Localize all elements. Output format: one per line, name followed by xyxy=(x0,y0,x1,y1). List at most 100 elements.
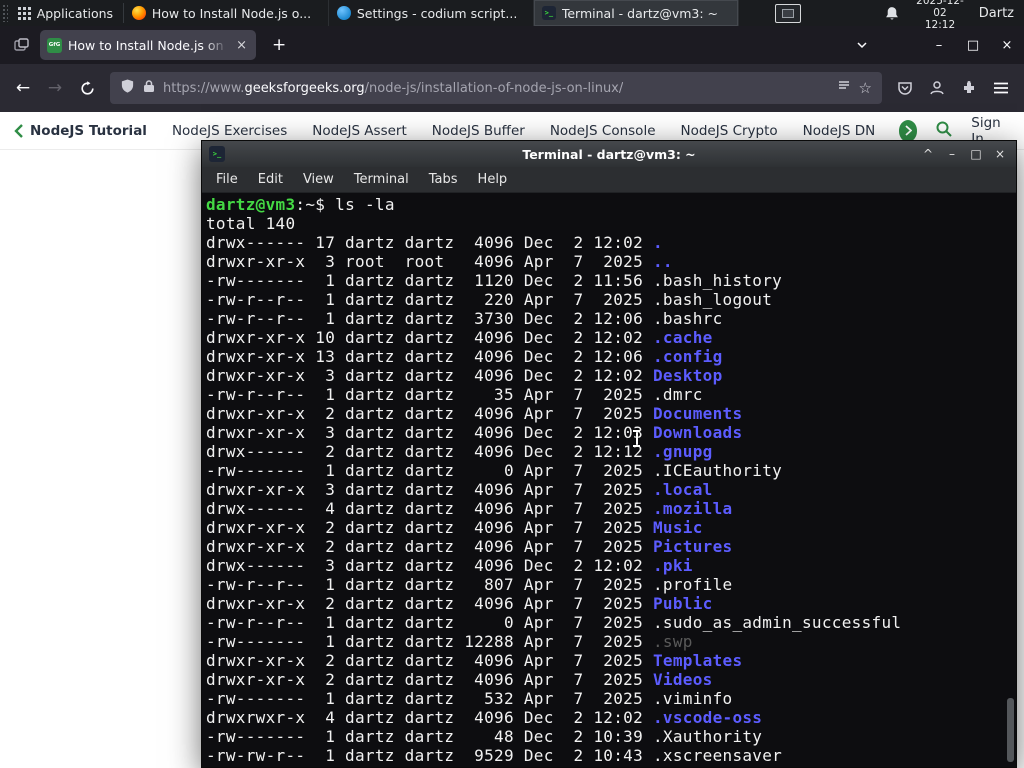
gfg-nav-item[interactable]: NodeJS Assert xyxy=(312,123,407,139)
terminal-titlebar[interactable]: Terminal - dartz@vm3: ~ ^ – □ × xyxy=(202,141,1016,167)
terminal-window: Terminal - dartz@vm3: ~ ^ – □ × FileEdit… xyxy=(201,140,1017,768)
reload-button[interactable] xyxy=(72,73,102,103)
reader-mode-icon[interactable] xyxy=(837,79,851,97)
file-attributes: -rw-r--r-- 1 dartz dartz 220 Apr 7 2025 xyxy=(206,290,653,309)
window-maximize-button[interactable]: □ xyxy=(956,26,990,64)
nav-scroll-right-button[interactable] xyxy=(898,119,918,142)
prompt-user-host: dartz@vm3 xyxy=(206,195,296,214)
notification-bell-icon[interactable] xyxy=(885,6,899,21)
file-attributes: drwx------ 3 dartz dartz 4096 Dec 2 12:0… xyxy=(206,556,653,575)
scrollbar-thumb[interactable] xyxy=(1007,698,1014,762)
clock[interactable]: 2025-12-02 12:12 xyxy=(915,0,965,31)
terminal-output-line: drwx------ 2 dartz dartz 4096 Dec 2 12:1… xyxy=(206,442,1016,461)
gfg-nav-items: NodeJS Exercises NodeJS Assert NodeJS Buff… xyxy=(172,123,874,139)
terminal-menu-item[interactable]: Terminal xyxy=(344,172,419,187)
file-name: .bash_history xyxy=(652,271,783,290)
pocket-icon[interactable] xyxy=(890,73,920,103)
directory-name: . xyxy=(652,233,663,252)
account-icon[interactable] xyxy=(922,73,952,103)
terminal-output-line: drwxr-xr-x 13 dartz dartz 4096 Dec 2 12:… xyxy=(206,347,1016,366)
gfg-nav-item[interactable]: NodeJS Crypto xyxy=(681,123,778,139)
window-close-button[interactable]: × xyxy=(990,26,1024,64)
bookmark-star-icon[interactable]: ☆ xyxy=(859,79,872,97)
terminal-scrollbar[interactable] xyxy=(1006,193,1015,766)
directory-name: Downloads xyxy=(652,423,743,442)
terminal-output-line: drwxr-xr-x 3 root root 4096 Apr 7 2025 .… xyxy=(206,252,1016,271)
clock-time: 12:12 xyxy=(924,19,956,32)
search-icon[interactable] xyxy=(935,120,953,142)
terminal-minimize-button[interactable]: – xyxy=(940,142,964,166)
firefox-view-button[interactable] xyxy=(8,32,34,58)
nav-back-link[interactable]: NodeJS Tutorial xyxy=(14,123,147,139)
terminal-close-button[interactable]: × xyxy=(988,142,1012,166)
tab-close-button[interactable]: × xyxy=(234,38,249,53)
terminal-icon xyxy=(541,6,556,20)
tracking-protection-shield-icon[interactable] xyxy=(120,78,135,98)
file-name: .dmrc xyxy=(652,385,703,404)
directory-name: Templates xyxy=(652,651,743,670)
terminal-menu-item[interactable]: View xyxy=(293,172,344,187)
url-bar[interactable]: https://www.geeksforgeeks.org/node-js/in… xyxy=(110,72,882,104)
terminal-menu-item[interactable]: Edit xyxy=(248,172,293,187)
window-minimize-button[interactable]: – xyxy=(922,26,956,64)
file-attributes: drwxr-xr-x 3 dartz dartz 4096 Apr 7 2025 xyxy=(206,480,653,499)
terminal-output-line: -rw-r--r-- 1 dartz dartz 35 Apr 7 2025 .… xyxy=(206,385,1016,404)
directory-name: .config xyxy=(652,347,723,366)
chevron-right-icon xyxy=(904,125,912,136)
url-prefix: https://www. xyxy=(163,80,245,96)
prompt-colon: : xyxy=(295,195,306,214)
terminal-menu-item[interactable]: File xyxy=(206,172,248,187)
terminal-output-line: drwxr-xr-x 2 dartz dartz 4096 Apr 7 2025… xyxy=(206,594,1016,613)
terminal-output-line: -rw------- 1 dartz dartz 48 Dec 2 10:39 … xyxy=(206,727,1016,746)
directory-name: Documents xyxy=(652,404,743,423)
gfg-nav-item[interactable]: NodeJS Buffer xyxy=(432,123,525,139)
file-attributes: drwxr-xr-x 2 dartz dartz 4096 Apr 7 2025 xyxy=(206,594,653,613)
file-attributes: -rw-r--r-- 1 dartz dartz 35 Apr 7 2025 xyxy=(206,385,653,404)
mouse-cursor-ibeam xyxy=(632,430,641,447)
lock-icon[interactable] xyxy=(143,79,155,97)
taskbar-window-title: Settings - codium script... xyxy=(356,5,518,21)
gfg-nav-item[interactable]: NodeJS DNS xyxy=(803,123,874,139)
list-all-tabs-button[interactable] xyxy=(848,32,876,59)
workspace-pager[interactable] xyxy=(774,3,802,23)
prompt-path: ~ xyxy=(305,195,316,214)
terminal-shade-button[interactable]: ^ xyxy=(916,142,940,166)
terminal-output-line: drwx------ 4 dartz dartz 4096 Apr 7 2025… xyxy=(206,499,1016,518)
file-attributes: drwxr-xr-x 3 dartz dartz 4096 Dec 2 12:0… xyxy=(206,423,653,442)
desktop: Applications How to Install Node.js o...… xyxy=(0,0,1024,768)
terminal-icon xyxy=(209,146,225,162)
terminal-output-line: drwxr-xr-x 2 dartz dartz 4096 Apr 7 2025… xyxy=(206,651,1016,670)
file-attributes: -rw------- 1 dartz dartz 12288 Apr 7 202… xyxy=(206,632,653,651)
menu-hamburger-icon[interactable] xyxy=(986,73,1016,103)
terminal-output-line: -rw-r--r-- 1 dartz dartz 220 Apr 7 2025 … xyxy=(206,290,1016,309)
terminal-output-line: drwxr-xr-x 2 dartz dartz 4096 Apr 7 2025… xyxy=(206,670,1016,689)
terminal-menu-item[interactable]: Tabs xyxy=(419,172,468,187)
file-attributes: drwx------ 2 dartz dartz 4096 Dec 2 12:1… xyxy=(206,442,653,461)
user-menu[interactable]: Dartz xyxy=(979,6,1014,21)
new-tab-button[interactable]: + xyxy=(266,35,292,55)
url-text[interactable]: https://www.geeksforgeeks.org/node-js/in… xyxy=(163,81,623,96)
taskbar-window-button[interactable]: Terminal - dartz@vm3: ~ xyxy=(533,0,739,26)
terminal-menu-item[interactable]: Help xyxy=(468,172,518,187)
back-button[interactable]: ← xyxy=(8,73,38,103)
file-name: .viminfo xyxy=(652,689,733,708)
terminal-output[interactable]: dartz@vm3:~$ ls -la total 140 drwx------ 1… xyxy=(202,193,1016,767)
file-attributes: -rw-rw-r-- 1 dartz dartz 9529 Dec 2 10:4… xyxy=(206,746,653,765)
applications-menu-button[interactable]: Applications xyxy=(8,0,123,26)
file-name: .profile xyxy=(652,575,733,594)
taskbar-window-button[interactable]: How to Install Node.js o... xyxy=(124,0,329,26)
geeksforgeeks-favicon xyxy=(47,37,62,53)
terminal-maximize-button[interactable]: □ xyxy=(964,142,988,166)
gfg-nav-item[interactable]: NodeJS Exercises xyxy=(172,123,287,139)
codium-icon xyxy=(336,6,351,20)
browser-tab[interactable]: How to Install Node.js on × xyxy=(40,30,256,60)
gfg-nav-item[interactable]: NodeJS Console xyxy=(550,123,656,139)
extensions-icon[interactable] xyxy=(954,73,984,103)
taskbar-window-button[interactable]: Settings - codium script... xyxy=(329,0,534,26)
file-attributes: -rw------- 1 dartz dartz 0 Apr 7 2025 xyxy=(206,461,653,480)
file-attributes: drwxrwxr-x 4 dartz dartz 4096 Dec 2 12:0… xyxy=(206,708,653,727)
directory-name: Videos xyxy=(652,670,713,689)
terminal-menubar: File Edit View Terminal Tabs Help xyxy=(202,167,1016,193)
file-name: .Xauthority xyxy=(652,727,763,746)
terminal-total-line: total 140 xyxy=(206,214,296,233)
